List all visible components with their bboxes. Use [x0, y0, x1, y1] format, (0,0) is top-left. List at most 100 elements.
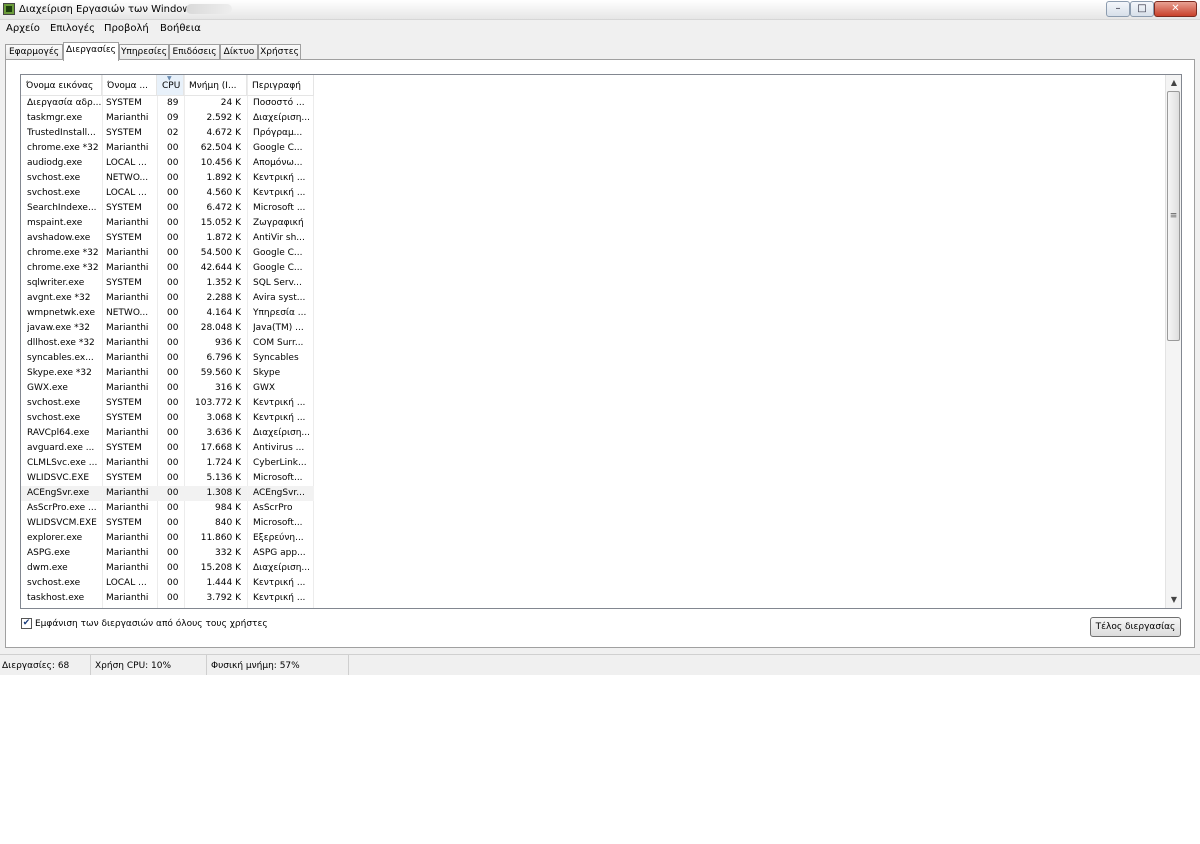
- cell-memory: 24 K: [220, 98, 241, 108]
- table-row[interactable]: Skype.exe *32 Marianthi 00 59.560 K Skype: [21, 366, 314, 381]
- table-row[interactable]: svchost.exe LOCAL ... 00 4.560 K Κεντρική ..…: [21, 186, 314, 201]
- column-header-cpu[interactable]: ▼ CPU: [157, 75, 184, 95]
- cell-description: Java(TM) ...: [253, 323, 304, 333]
- process-list[interactable]: Όνομα εικόνας Όνομα ... ▼ CPU Μνήμη (Ι..…: [20, 74, 1182, 609]
- cell-cpu: 02: [167, 128, 179, 138]
- tab-networking[interactable]: Δίκτυο: [220, 44, 258, 60]
- cell-cpu: 00: [167, 593, 179, 603]
- table-row[interactable]: taskmgr.exe Marianthi 09 2.592 K Διαχείριση.…: [21, 111, 314, 126]
- show-all-users-checkbox[interactable]: ✔: [21, 618, 32, 629]
- column-header-user-name[interactable]: Όνομα ...: [102, 75, 157, 95]
- cell-user-name: LOCAL ...: [106, 188, 147, 198]
- table-row[interactable]: WLIDSVC.EXE SYSTEM 00 5.136 K Microsoft...: [21, 471, 314, 486]
- cell-image-name: svchost.exe: [27, 398, 81, 408]
- table-row[interactable]: dwm.exe Marianthi 00 15.208 K Διαχείριση...: [21, 561, 314, 576]
- table-row[interactable]: syncables.ex... Marianthi 00 6.796 K Syncabl…: [21, 351, 314, 366]
- cell-user-name: Marianthi: [106, 323, 149, 333]
- scrollbar-thumb[interactable]: ≡: [1167, 91, 1180, 341]
- cell-memory: 6.796 K: [206, 353, 241, 363]
- end-process-button[interactable]: Τέλος διεργασίας: [1090, 617, 1181, 637]
- menu-options[interactable]: Επιλογές: [50, 22, 95, 35]
- cell-description: Microsoft...: [253, 473, 303, 483]
- table-row[interactable]: RAVCpl64.exe Marianthi 00 3.636 K Διαχείριση…: [21, 426, 314, 441]
- cell-image-name: dwm.exe: [27, 563, 68, 573]
- menu-file[interactable]: Αρχείο: [6, 22, 40, 35]
- table-row[interactable]: Διεργασία αδρ... SYSTEM 89 24 K Ποσοστό ...: [21, 96, 314, 111]
- table-row[interactable]: AsScrPro.exe ... Marianthi 00 984 K AsScrPro: [21, 501, 314, 516]
- cell-user-name: SYSTEM: [106, 398, 142, 408]
- column-header-description[interactable]: Περιγραφή: [247, 75, 314, 95]
- column-header-memory[interactable]: Μνήμη (Ι...: [184, 75, 247, 95]
- table-row[interactable]: SearchIndexe... SYSTEM 00 6.472 K Microsoft …: [21, 201, 314, 216]
- table-row[interactable]: wmpnetwk.exe NETWO... 00 4.164 K Υπηρεσία ..…: [21, 306, 314, 321]
- table-row[interactable]: dllhost.exe *32 Marianthi 00 936 K COM Surr.…: [21, 336, 314, 351]
- scroll-up-icon[interactable]: ▲: [1166, 75, 1181, 91]
- cell-user-name: Marianthi: [106, 503, 149, 513]
- cell-memory: 1.308 K: [206, 488, 241, 498]
- tab-performance[interactable]: Επιδόσεις: [169, 44, 220, 60]
- cell-cpu: 00: [167, 293, 179, 303]
- table-row[interactable]: taskhost.exe Marianthi 00 3.792 K Κεντρική .…: [21, 591, 314, 606]
- maximize-icon[interactable]: □: [1130, 1, 1154, 17]
- table-row[interactable]: svchost.exe SYSTEM 00 103.772 K Κεντρική ...: [21, 396, 314, 411]
- table-row[interactable]: GWX.exe Marianthi 00 316 K GWX: [21, 381, 314, 396]
- table-row[interactable]: avguard.exe ... SYSTEM 00 17.668 K Antivirus…: [21, 441, 314, 456]
- tab-users[interactable]: Χρήστες: [258, 44, 301, 60]
- table-row[interactable]: TrustedInstall... SYSTEM 02 4.672 K Πρόγραμ.…: [21, 126, 314, 141]
- cell-user-name: Marianthi: [106, 248, 149, 258]
- cell-image-name: avshadow.exe: [27, 233, 91, 243]
- cell-image-name: svchost.exe: [27, 188, 81, 198]
- cell-cpu: 00: [167, 188, 179, 198]
- tab-applications[interactable]: Εφαρμογές: [5, 44, 63, 60]
- cell-memory: 2.288 K: [206, 293, 241, 303]
- show-all-users-label[interactable]: Εμφάνιση των διεργασιών από όλους τους χ…: [35, 617, 268, 631]
- cell-user-name: Marianthi: [106, 293, 149, 303]
- tab-processes[interactable]: Διεργασίες: [63, 42, 119, 61]
- table-row[interactable]: svchost.exe LOCAL ... 00 1.444 K Κεντρική ..…: [21, 576, 314, 591]
- cell-cpu: 00: [167, 443, 179, 453]
- table-row[interactable]: explorer.exe Marianthi 00 11.860 K Εξερεύνη.…: [21, 531, 314, 546]
- table-row[interactable]: avshadow.exe SYSTEM 00 1.872 K AntiVir sh...: [21, 231, 314, 246]
- cell-memory: 4.164 K: [206, 308, 241, 318]
- menu-view[interactable]: Προβολή: [104, 22, 149, 35]
- cell-image-name: avguard.exe ...: [27, 443, 95, 453]
- cell-description: Google C...: [253, 263, 303, 273]
- cell-user-name: Marianthi: [106, 218, 149, 228]
- table-row[interactable]: chrome.exe *32 Marianthi 00 54.500 K Google …: [21, 246, 314, 261]
- cell-cpu: 00: [167, 563, 179, 573]
- cell-memory: 3.792 K: [206, 593, 241, 603]
- cell-image-name: syncables.ex...: [27, 353, 94, 363]
- table-row[interactable]: avgnt.exe *32 Marianthi 00 2.288 K Avira sys…: [21, 291, 314, 306]
- vertical-scrollbar[interactable]: ▲ ≡ ▼: [1165, 75, 1181, 608]
- cell-description: Κεντρική ...: [253, 398, 306, 408]
- table-row[interactable]: ASPG.exe Marianthi 00 332 K ASPG app...: [21, 546, 314, 561]
- table-row[interactable]: svchost.exe NETWO... 00 1.892 K Κεντρική ...: [21, 171, 314, 186]
- minimize-icon[interactable]: –: [1106, 1, 1130, 17]
- menu-help[interactable]: Βοήθεια: [160, 22, 201, 35]
- cell-memory: 11.860 K: [200, 533, 241, 543]
- cell-image-name: svchost.exe: [27, 413, 81, 423]
- cell-cpu: 00: [167, 338, 179, 348]
- table-row[interactable]: ACEngSvr.exe Marianthi 00 1.308 K ACEngSvr..…: [21, 486, 314, 501]
- close-icon[interactable]: ✕: [1154, 1, 1197, 17]
- cell-description: Google C...: [253, 248, 303, 258]
- title-bar[interactable]: Διαχείριση Εργασιών των Windows – □ ✕: [0, 0, 1200, 20]
- table-row[interactable]: mspaint.exe Marianthi 00 15.052 K Ζωγραφική: [21, 216, 314, 231]
- table-row[interactable]: CLMLSvc.exe ... Marianthi 00 1.724 K CyberLi…: [21, 456, 314, 471]
- cell-user-name: LOCAL ...: [106, 158, 147, 168]
- cell-cpu: 00: [167, 533, 179, 543]
- scroll-down-icon[interactable]: ▼: [1166, 592, 1181, 608]
- cell-cpu: 00: [167, 353, 179, 363]
- table-row[interactable]: chrome.exe *32 Marianthi 00 62.504 K Google …: [21, 141, 314, 156]
- table-row[interactable]: audiodg.exe LOCAL ... 00 10.456 K Απομόνω...: [21, 156, 314, 171]
- cell-cpu: 00: [167, 503, 179, 513]
- table-row[interactable]: svchost.exe SYSTEM 00 3.068 K Κεντρική ...: [21, 411, 314, 426]
- table-row[interactable]: sqlwriter.exe SYSTEM 00 1.352 K SQL Serv...: [21, 276, 314, 291]
- cell-description: Microsoft...: [253, 518, 303, 528]
- table-row[interactable]: WLIDSVCM.EXE SYSTEM 00 840 K Microsoft...: [21, 516, 314, 531]
- tab-services[interactable]: Υπηρεσίες: [119, 44, 169, 60]
- table-row[interactable]: javaw.exe *32 Marianthi 00 28.048 K Java(TM)…: [21, 321, 314, 336]
- cell-user-name: Marianthi: [106, 533, 149, 543]
- table-row[interactable]: chrome.exe *32 Marianthi 00 42.644 K Google …: [21, 261, 314, 276]
- column-header-image-name[interactable]: Όνομα εικόνας: [21, 75, 102, 95]
